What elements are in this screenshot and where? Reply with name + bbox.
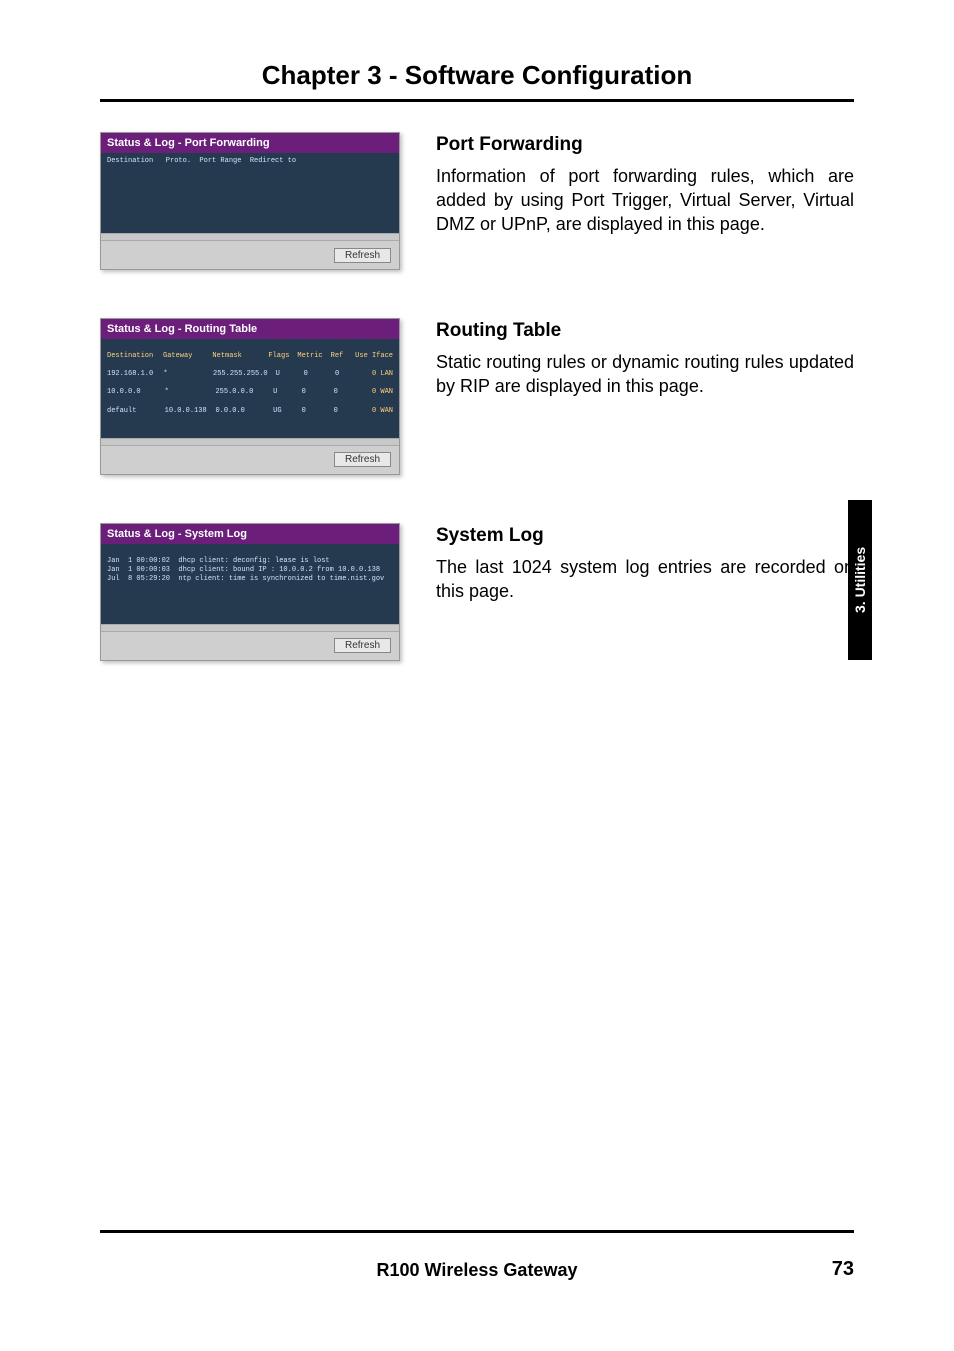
top-rule xyxy=(100,99,854,102)
panel-body: DestinationGatewayNetmaskFlagsMetricRefU… xyxy=(101,339,399,438)
screenshot-system-log: Status & Log - System Log Jan 1 00:00:02… xyxy=(100,523,400,661)
section-text: The last 1024 system log entries are rec… xyxy=(436,555,854,604)
section-text: Static routing rules or dynamic routing … xyxy=(436,350,854,399)
panel-body: Destination Proto. Port Range Redirect t… xyxy=(101,153,399,233)
panel-title: Status & Log - Port Forwarding xyxy=(101,133,399,153)
scrollbar-track xyxy=(101,438,399,445)
panel-body: Jan 1 00:00:02 dhcp client: deconfig: le… xyxy=(101,544,399,624)
screenshot-port-forwarding: Status & Log - Port Forwarding Destinati… xyxy=(100,132,400,270)
panel-title: Status & Log - System Log xyxy=(101,524,399,544)
section-heading: Routing Table xyxy=(436,318,854,344)
scrollbar-track xyxy=(101,233,399,240)
refresh-button[interactable]: Refresh xyxy=(334,248,391,263)
footer-title: R100 Wireless Gateway xyxy=(100,1260,854,1281)
section-system-log: Status & Log - System Log Jan 1 00:00:02… xyxy=(100,523,854,661)
section-heading: Port Forwarding xyxy=(436,132,854,158)
bottom-rule xyxy=(100,1230,854,1233)
refresh-button[interactable]: Refresh xyxy=(334,638,391,653)
section-heading: System Log xyxy=(436,523,854,549)
screenshot-routing-table: Status & Log - Routing Table Destination… xyxy=(100,318,400,475)
chapter-title: Chapter 3 - Software Configuration xyxy=(100,60,854,91)
section-routing-table: Status & Log - Routing Table Destination… xyxy=(100,318,854,475)
refresh-button[interactable]: Refresh xyxy=(334,452,391,467)
page-number: 73 xyxy=(832,1258,854,1281)
side-tab-utilities: 3. Utilities xyxy=(848,500,872,660)
section-port-forwarding: Status & Log - Port Forwarding Destinati… xyxy=(100,132,854,270)
panel-title: Status & Log - Routing Table xyxy=(101,319,399,339)
section-text: Information of port forwarding rules, wh… xyxy=(436,164,854,237)
scrollbar-track xyxy=(101,624,399,631)
